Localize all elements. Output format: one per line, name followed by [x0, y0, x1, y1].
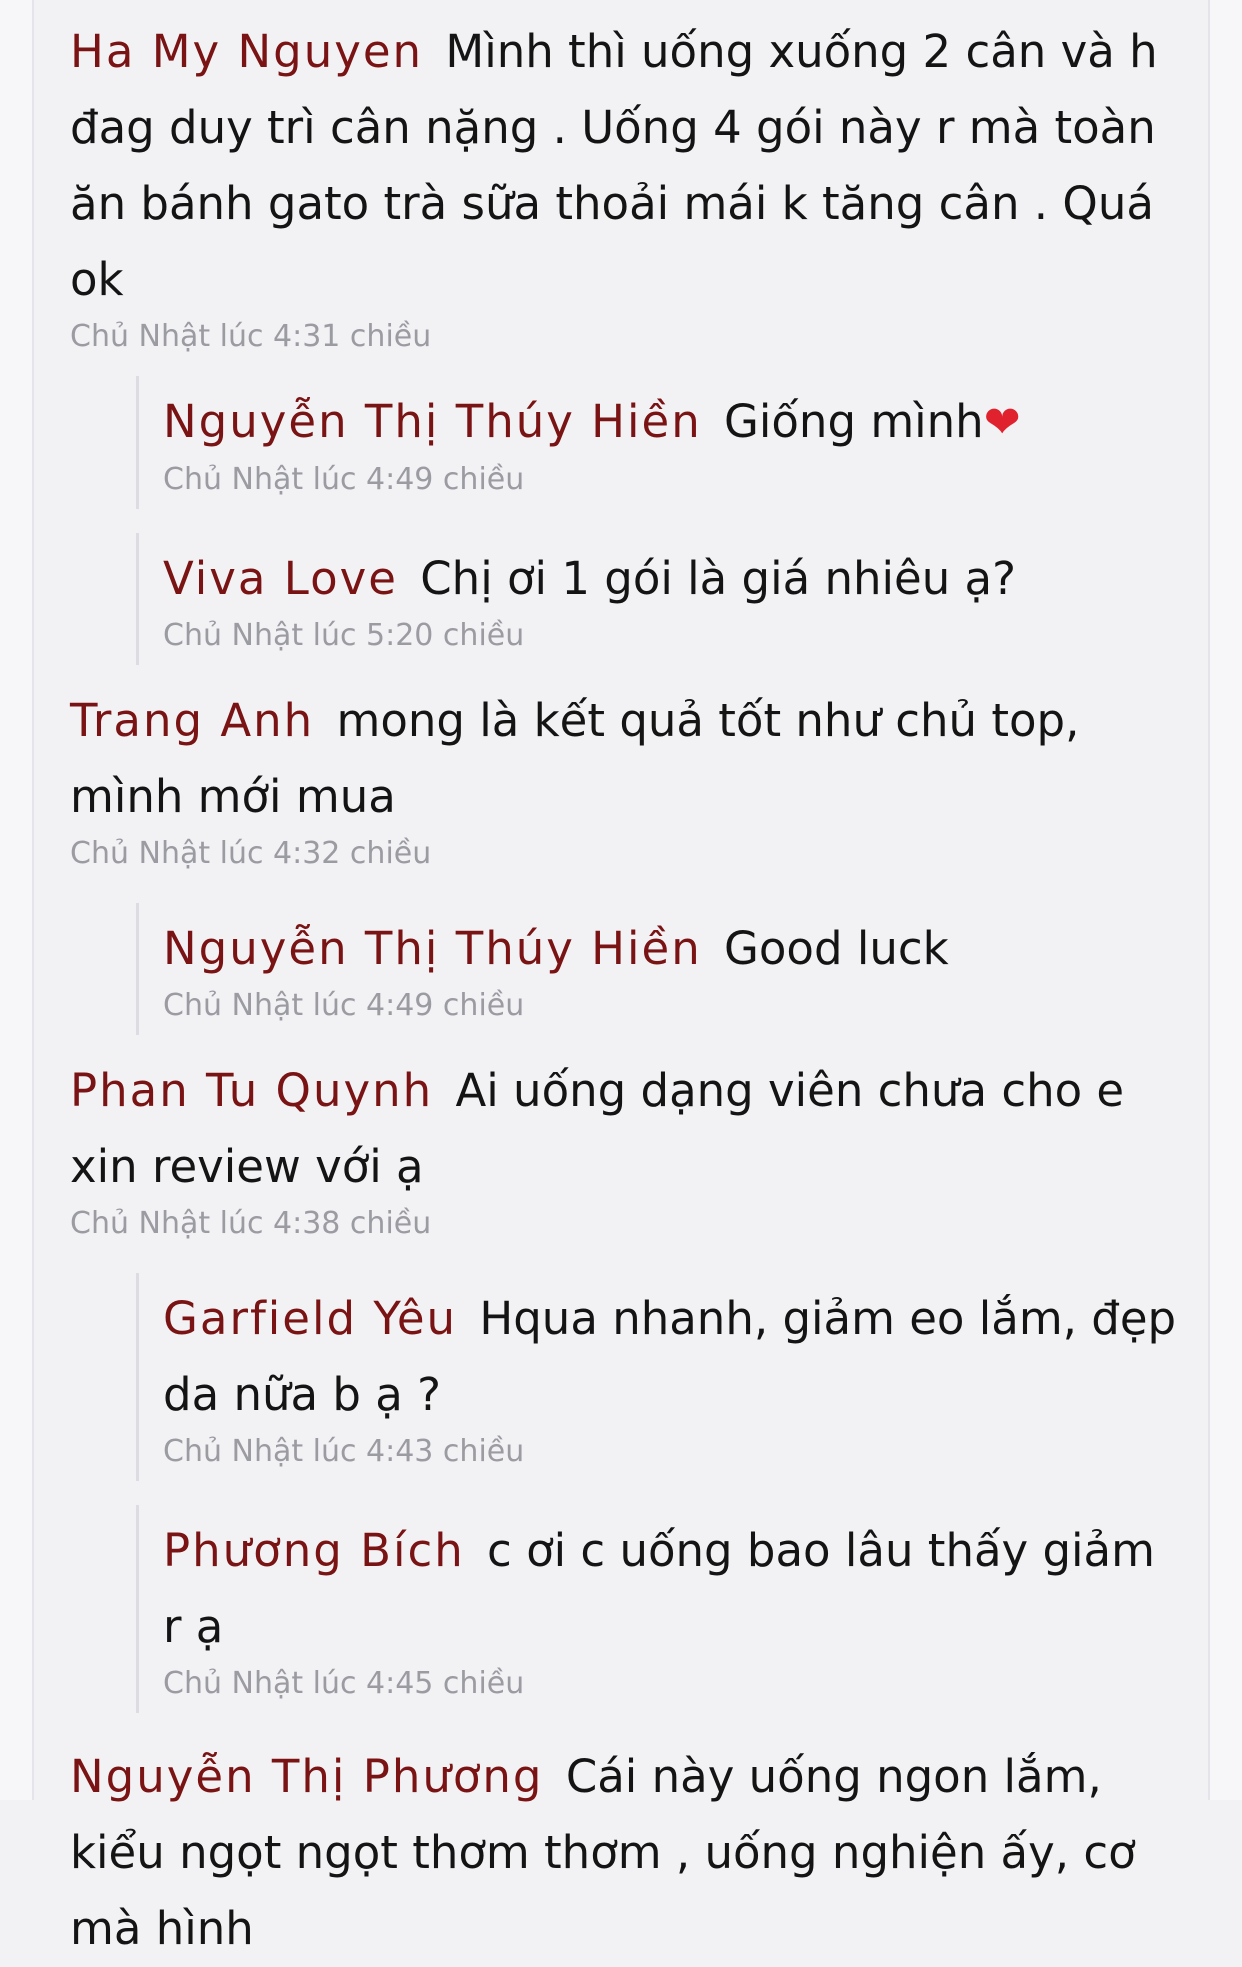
reply: Nguyễn Thị Thúy Hiền Giống mình❤ Chủ Nhậ… — [136, 376, 1180, 509]
reply-body: Viva Love Chị ơi 1 gói là giá nhiêu ạ? — [163, 541, 1180, 617]
reply-timestamp[interactable]: Chủ Nhật lúc 5:20 chiều — [163, 619, 1180, 653]
reply-body: Nguyễn Thị Thúy Hiền Good luck — [163, 911, 1180, 987]
comment-author[interactable]: Phan Tu Quynh — [70, 1064, 433, 1117]
reply-timestamp[interactable]: Chủ Nhật lúc 4:49 chiều — [163, 463, 1180, 497]
comment-timestamp[interactable]: Chủ Nhật lúc 4:31 chiều — [70, 320, 1180, 354]
reply-author[interactable]: Viva Love — [163, 552, 398, 605]
reply-author[interactable]: Garfield Yêu — [163, 1292, 457, 1345]
reply-text: Chị ơi 1 gói là giá nhiêu ạ? — [420, 552, 1017, 605]
reply-body: Phương Bích c ơi c uống bao lâu thấy giả… — [163, 1513, 1180, 1665]
reply-author[interactable]: Phương Bích — [163, 1524, 465, 1577]
comment: Trang Anh mong là kết quả tốt như chủ to… — [70, 683, 1180, 871]
reply: Garfield Yêu Hqua nhanh, giảm eo lắm, đẹ… — [136, 1273, 1180, 1481]
comment-body: Ha My Nguyen Mình thì uống xuống 2 cân v… — [70, 14, 1180, 318]
page-edge-right — [1208, 0, 1242, 1800]
comment-author[interactable]: Ha My Nguyen — [70, 25, 423, 78]
heart-emoji-icon: ❤ — [983, 397, 1021, 448]
comment: Nguyễn Thị Phương Cái này uống ngon lắm,… — [70, 1739, 1180, 1967]
comment-timestamp[interactable]: Chủ Nhật lúc 4:32 chiều — [70, 837, 1180, 871]
reply-body: Nguyễn Thị Thúy Hiền Giống mình❤ — [163, 384, 1180, 461]
reply-text: Giống mình — [724, 395, 984, 448]
reply-timestamp[interactable]: Chủ Nhật lúc 4:45 chiều — [163, 1667, 1180, 1701]
comment-body: Phan Tu Quynh Ai uống dạng viên chưa cho… — [70, 1053, 1180, 1205]
reply-author[interactable]: Nguyễn Thị Thúy Hiền — [163, 395, 702, 448]
reply-timestamp[interactable]: Chủ Nhật lúc 4:49 chiều — [163, 989, 1180, 1023]
comment: Phan Tu Quynh Ai uống dạng viên chưa cho… — [70, 1053, 1180, 1241]
reply-text: Good luck — [724, 922, 949, 975]
page-edge-left — [0, 0, 34, 1800]
reply-timestamp[interactable]: Chủ Nhật lúc 4:43 chiều — [163, 1435, 1180, 1469]
comment-thread: Ha My Nguyen Mình thì uống xuống 2 cân v… — [70, 14, 1180, 1967]
comment: Ha My Nguyen Mình thì uống xuống 2 cân v… — [70, 14, 1180, 354]
comment-author[interactable]: Trang Anh — [70, 694, 314, 747]
comment-body: Trang Anh mong là kết quả tốt như chủ to… — [70, 683, 1180, 835]
reply: Nguyễn Thị Thúy Hiền Good luck Chủ Nhật … — [136, 903, 1180, 1035]
reply: Viva Love Chị ơi 1 gói là giá nhiêu ạ? C… — [136, 533, 1180, 665]
comment-timestamp[interactable]: Chủ Nhật lúc 4:38 chiều — [70, 1207, 1180, 1241]
comment-author[interactable]: Nguyễn Thị Phương — [70, 1750, 544, 1803]
reply-author[interactable]: Nguyễn Thị Thúy Hiền — [163, 922, 702, 975]
comment-body: Nguyễn Thị Phương Cái này uống ngon lắm,… — [70, 1739, 1180, 1967]
reply: Phương Bích c ơi c uống bao lâu thấy giả… — [136, 1505, 1180, 1713]
reply-body: Garfield Yêu Hqua nhanh, giảm eo lắm, đẹ… — [163, 1281, 1180, 1433]
